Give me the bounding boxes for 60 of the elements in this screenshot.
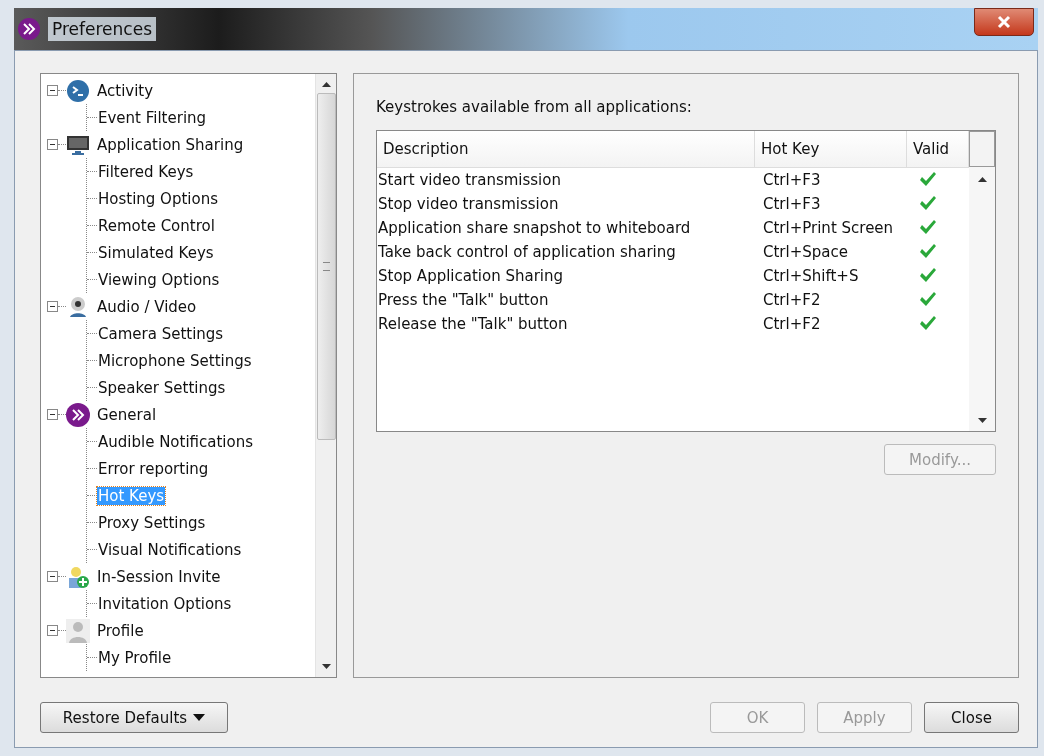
- table-cell-text: Ctrl+F2: [762, 291, 822, 309]
- tree-item[interactable]: Activity: [96, 81, 155, 100]
- tree-item[interactable]: General: [96, 405, 158, 424]
- collapse-toggle[interactable]: [47, 625, 58, 636]
- caret-icon: [193, 714, 206, 721]
- scrollbar[interactable]: [315, 74, 336, 677]
- tree-item[interactable]: Camera Settings: [97, 324, 225, 343]
- table-cell-text: Ctrl+F3: [762, 195, 822, 213]
- table-cell-text: Application share snapshot to whiteboard: [377, 219, 692, 237]
- collapse-toggle[interactable]: [47, 301, 58, 312]
- tree-item[interactable]: Error reporting: [97, 459, 210, 478]
- tree-item[interactable]: Visual Notifications: [97, 540, 243, 559]
- person-icon: [66, 618, 90, 643]
- tree-item[interactable]: Viewing Options: [97, 270, 221, 289]
- tree-item[interactable]: Application Sharing: [96, 135, 245, 154]
- dialog-button[interactable]: Close: [924, 702, 1019, 733]
- window-title: Preferences: [48, 17, 156, 41]
- table-cell-text: Ctrl+Print Screen: [762, 219, 895, 237]
- tree-item[interactable]: Audible Notifications: [97, 432, 255, 451]
- add-person-icon: [66, 564, 90, 589]
- table-cell-text: Press the "Talk" button: [377, 291, 550, 309]
- section-heading: Keystrokes available from all applications:: [376, 98, 693, 116]
- scroll-up-icon: [321, 82, 331, 87]
- tree-item[interactable]: Audio / Video: [96, 297, 198, 316]
- close-icon: [997, 15, 1011, 29]
- table-cell-text: Ctrl+F2: [762, 315, 822, 333]
- tree-item[interactable]: My Profile: [97, 648, 173, 667]
- app-logo-icon: [66, 402, 90, 427]
- scroll-up-icon: [977, 177, 987, 182]
- table-cell-text: Stop Application Sharing: [377, 267, 565, 285]
- close-button[interactable]: [974, 8, 1034, 36]
- tree-item[interactable]: In-Session Invite: [96, 567, 222, 586]
- tree-item[interactable]: Event Filtering: [97, 108, 208, 127]
- tree-item[interactable]: Filtered Keys: [97, 162, 195, 181]
- table-cell-text: Ctrl+Space: [762, 243, 849, 261]
- tree-item[interactable]: Remote Control: [97, 216, 216, 235]
- table-cell-text: Stop video transmission: [377, 195, 560, 213]
- tree-item[interactable]: Profile: [96, 621, 145, 640]
- table-cell-text: Take back control of application sharing: [377, 243, 677, 261]
- collapse-toggle[interactable]: [47, 85, 58, 96]
- column-header[interactable]: Hot Key: [755, 131, 907, 167]
- scroll-down-icon: [321, 664, 331, 669]
- column-header[interactable]: Description: [377, 131, 755, 167]
- scroll-down-icon: [977, 418, 987, 423]
- tree-item[interactable]: Hosting Options: [97, 189, 219, 208]
- tree-item[interactable]: Invitation Options: [97, 594, 233, 613]
- table-cell-text: Release the "Talk" button: [377, 315, 569, 333]
- app-logo-icon: [18, 18, 40, 40]
- table-cell-text: Ctrl+F3: [762, 171, 822, 189]
- collapse-toggle[interactable]: [47, 409, 58, 420]
- table-cell-text: Start video transmission: [377, 171, 562, 189]
- collapse-toggle[interactable]: [47, 139, 58, 150]
- table-cell-text: Ctrl+Shift+S: [762, 267, 860, 285]
- restore-defaults-button[interactable]: Restore Defaults: [40, 702, 228, 733]
- tree-item[interactable]: Microphone Settings: [97, 351, 253, 370]
- terminal-icon: [66, 78, 90, 103]
- collapse-toggle[interactable]: [47, 571, 58, 582]
- tree-item[interactable]: Simulated Keys: [97, 243, 215, 262]
- tree-item[interactable]: Speaker Settings: [97, 378, 227, 397]
- tree-item[interactable]: Proxy Settings: [97, 513, 207, 532]
